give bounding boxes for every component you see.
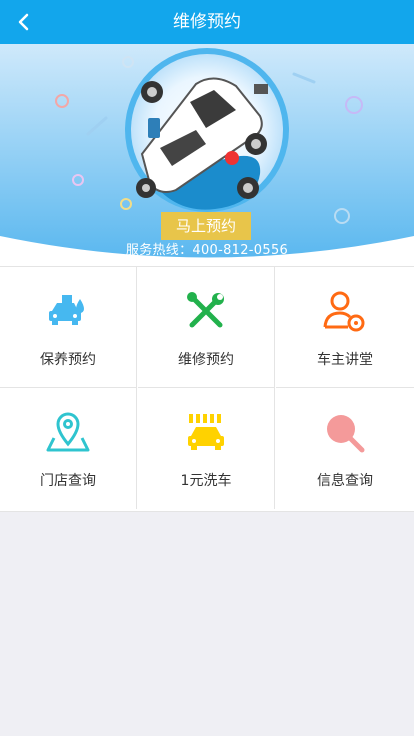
- service-label: 信息查询: [317, 473, 373, 489]
- service-info-query[interactable]: 信息查询: [276, 388, 414, 509]
- car-wash-icon: [188, 414, 224, 450]
- banner: 马上预约 服务热线：400-812-0556: [0, 44, 414, 266]
- service-label: 保养预约: [40, 352, 96, 368]
- user-gear-icon: [323, 291, 365, 332]
- service-owner-academy[interactable]: 车主讲堂: [276, 267, 414, 388]
- service-grid: 保养预约 维修预约 车主讲堂 门店查询 1元洗车 信息查询: [0, 266, 414, 512]
- service-hotline[interactable]: 服务热线：400-812-0556: [0, 239, 414, 258]
- service-car-wash[interactable]: 1元洗车: [138, 388, 275, 509]
- wrench-screwdriver-icon: [187, 292, 224, 328]
- service-label: 车主讲堂: [317, 352, 373, 368]
- location-pin-icon: [46, 412, 90, 452]
- page-title: 维修预约: [173, 12, 241, 32]
- service-label: 维修预约: [178, 352, 234, 368]
- nav-bar: 维修预约: [0, 0, 414, 44]
- service-repair-booking[interactable]: 维修预约: [138, 267, 275, 388]
- service-maintenance-booking[interactable]: 保养预约: [0, 267, 137, 388]
- service-label: 门店查询: [40, 473, 96, 489]
- car-maintenance-icon: [49, 295, 84, 325]
- book-now-button[interactable]: 马上预约: [161, 212, 251, 240]
- magnifier-icon: [327, 415, 365, 453]
- service-store-lookup[interactable]: 门店查询: [0, 388, 137, 509]
- service-label: 1元洗车: [180, 473, 232, 489]
